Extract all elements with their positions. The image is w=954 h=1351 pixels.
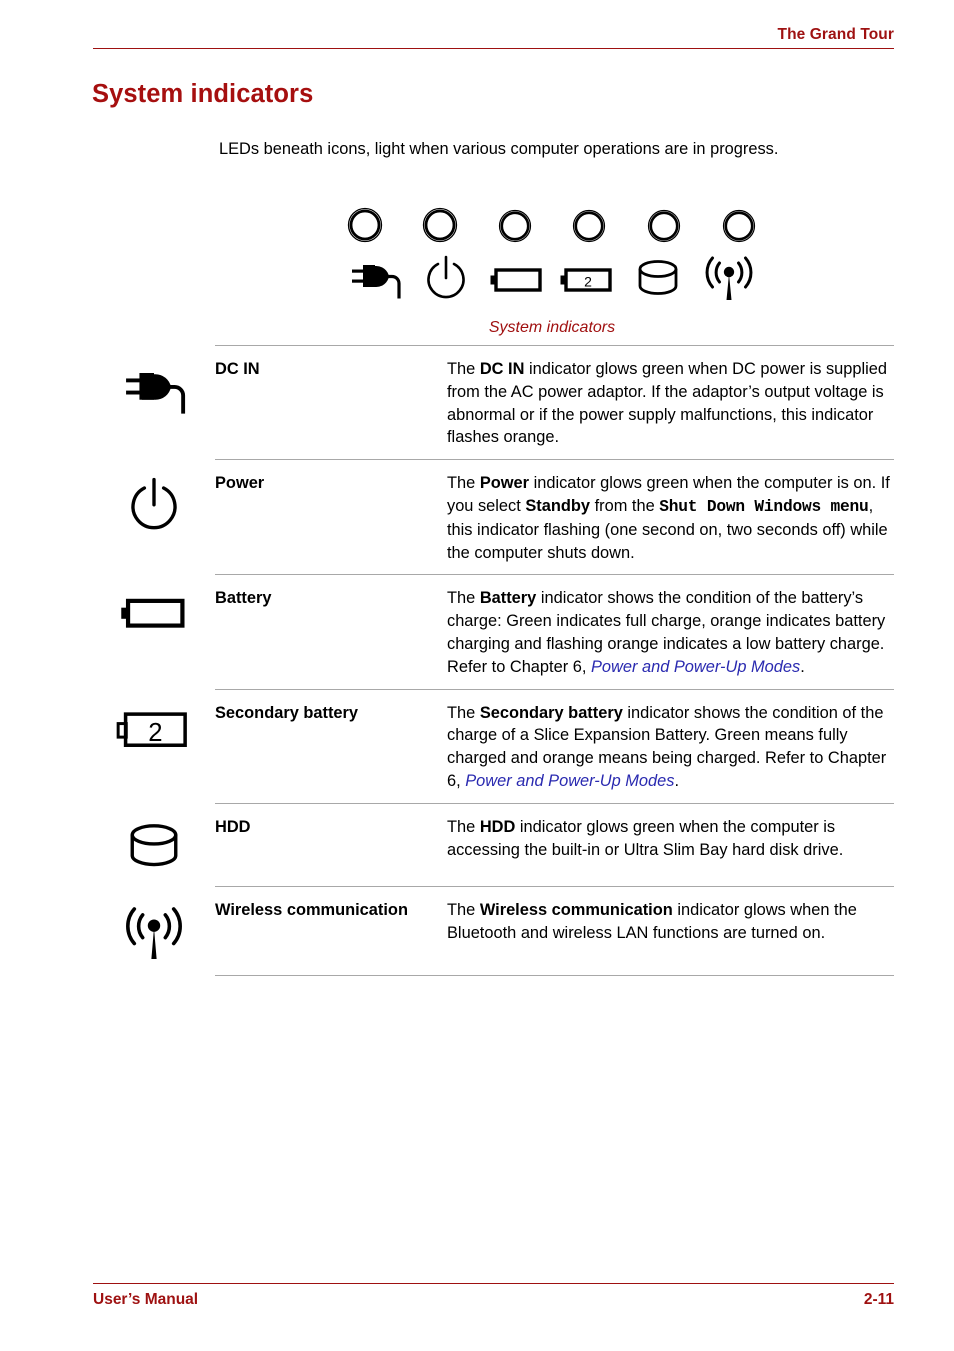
table-row: DC IN The DC IN indicator glows green wh… [93,346,894,459]
wireless-communication-icon [699,253,759,305]
page-number: 2-11 [863,1291,894,1308]
wireless-communication-icon [93,897,215,965]
indicator-description: The DC IN indicator glows green when DC … [447,360,888,447]
page-title: System indicators [92,80,314,108]
table-row: Wireless communication The Wireless comm… [93,887,894,975]
svg-text:2: 2 [148,719,162,747]
battery-icon [487,253,547,305]
battery-icon [93,585,215,647]
led-indicator-battery [495,208,535,244]
header-divider [93,48,894,50]
indicator-name: Power [215,474,265,493]
figure-icon-row: 2 [345,251,759,307]
manual-page: The Grand Tour System indicators LEDs be… [0,0,954,1351]
dc-in-plug-icon [93,356,215,418]
table-row: HDD The HDD indicator glows green when t… [93,804,894,886]
led-indicator-dc-in [345,206,385,244]
indicator-table: DC IN The DC IN indicator glows green wh… [93,345,894,976]
indicator-description: The Battery indicator shows the conditio… [447,589,886,676]
led-indicator-power [420,206,460,244]
indicator-name: Battery [215,589,272,608]
led-indicator-hdd [644,208,684,244]
intro-paragraph: LEDs beneath icons, light when various c… [219,140,779,158]
table-row: Power The Power indicator glows green wh… [93,460,894,574]
figure-caption: System indicators [488,319,616,336]
chapter-title: The Grand Tour [777,26,894,43]
table-row: 2 Secondary battery The Secondary batter… [93,690,894,803]
secondary-battery-icon: 2 [557,253,617,305]
svg-text:2: 2 [584,274,592,290]
page-footer: User’s Manual 2-11 [93,1283,894,1309]
indicator-name: Secondary battery [215,703,359,722]
row-divider [215,974,894,976]
hdd-icon [93,814,215,876]
indicator-description: The HDD indicator glows green when the c… [447,817,844,859]
table-row: Battery The Battery indicator shows the … [93,575,894,688]
footer-manual-label: User’s Manual [93,1291,199,1308]
system-indicators-figure: 2 System indicators [345,196,765,337]
footer-divider [93,1283,894,1284]
indicator-name: DC IN [215,360,260,378]
indicator-name: HDD [215,817,251,836]
page-header: The Grand Tour [93,26,894,50]
indicator-description: The Wireless communication indicator glo… [447,900,857,942]
indicator-description: The Secondary battery indicator shows th… [447,703,887,790]
indicator-description: The Power indicator glows green when the… [447,474,890,562]
led-indicator-secondary-battery [569,208,609,244]
hdd-icon [628,253,688,305]
dc-in-plug-icon [345,253,405,305]
power-symbol-icon [416,253,476,305]
led-row [345,196,759,244]
power-symbol-icon [93,470,215,536]
secondary-battery-icon: 2 [93,700,215,762]
led-indicator-wireless [719,208,759,244]
indicator-name: Wireless communication [215,900,408,919]
